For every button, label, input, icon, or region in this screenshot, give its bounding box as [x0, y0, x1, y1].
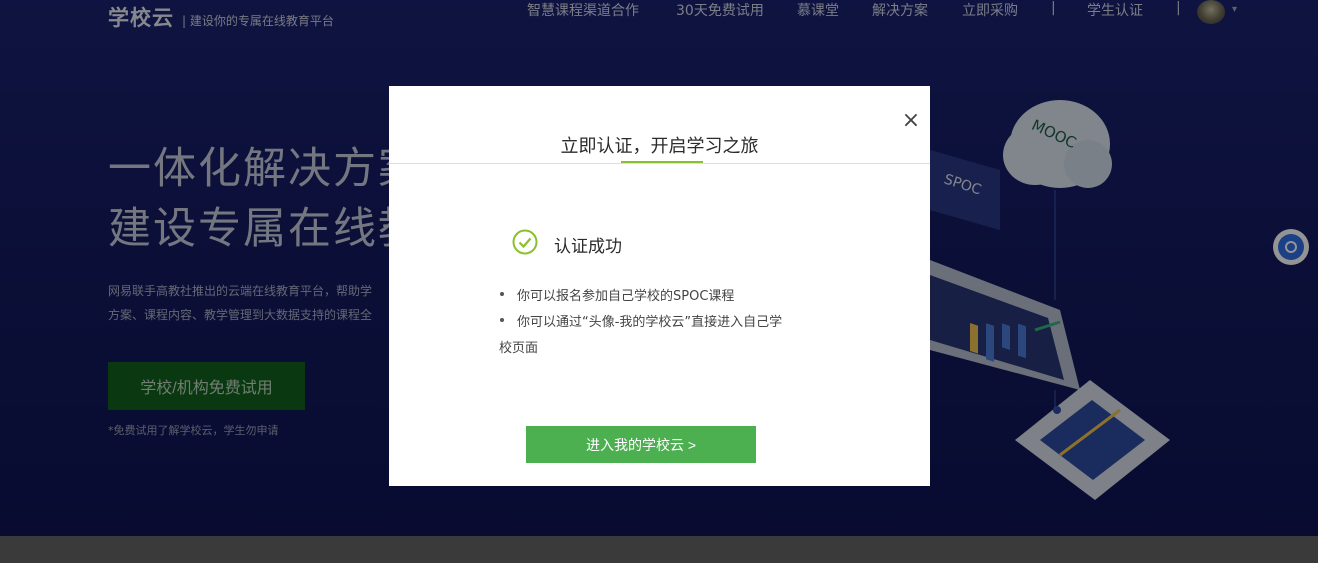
- tip-spoc: 你可以报名参加自己学校的SPOC课程: [517, 289, 735, 304]
- enter-my-school-button[interactable]: 进入我的学校云 >: [526, 426, 756, 463]
- tip-avatar-line1: 你可以通过“头像-我的学校云”直接进入自己学: [517, 315, 783, 330]
- modal-divider: [389, 163, 930, 164]
- bullet-dot: [500, 318, 504, 322]
- success-text: 认证成功: [554, 237, 622, 257]
- page: MOOC SPOC 学校云 | 建设你的专属在线教育平台 智慧课程渠道合作 30…: [0, 0, 1318, 563]
- auth-success-modal: 立即认证，开启学习之旅 × 认证成功 你可以报名参加自己学校的SPOC课程 你可…: [389, 86, 930, 486]
- modal-title: 立即认证，开启学习之旅: [560, 136, 759, 157]
- bullet-dot: [500, 292, 504, 296]
- footer-strip: [0, 536, 1318, 563]
- tip-avatar-line2: 校页面: [499, 341, 539, 356]
- close-icon[interactable]: ×: [900, 110, 922, 132]
- check-circle-icon: [512, 229, 538, 255]
